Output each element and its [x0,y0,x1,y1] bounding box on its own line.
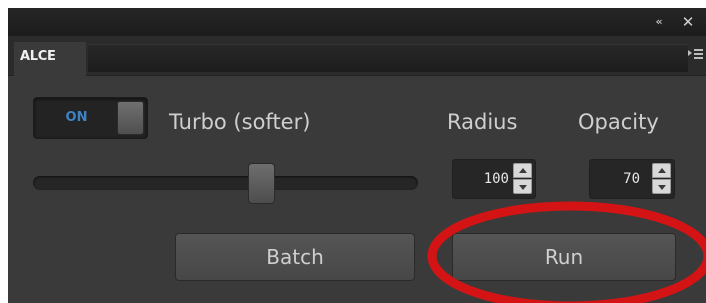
radius-decrement-button[interactable] [513,179,532,194]
collapse-icon[interactable]: « [649,14,669,30]
panel-title-bar: « ✕ [8,8,706,36]
toggle-knob[interactable] [117,101,144,135]
opacity-label: Opacity [578,110,659,134]
tab-row: ALCE [8,36,706,76]
panel-menu-icon[interactable] [688,46,704,62]
radius-value[interactable]: 100 [453,160,509,198]
run-button[interactable]: Run [452,233,676,281]
turbo-slider-track[interactable] [33,176,418,190]
opacity-stepper[interactable]: 70 [589,159,675,199]
opacity-value[interactable]: 70 [590,160,640,198]
on-off-toggle[interactable]: ON [33,97,148,139]
radius-increment-button[interactable] [513,163,532,178]
arrow-down-icon [658,185,666,190]
toggle-state-label: ON [65,110,88,125]
close-icon[interactable]: ✕ [678,13,698,31]
arrow-up-icon [519,168,527,173]
tab-strip [88,44,688,72]
opacity-decrement-button[interactable] [652,179,671,194]
turbo-slider-thumb[interactable] [247,163,275,204]
tab-alce[interactable]: ALCE [14,42,86,76]
arrow-down-icon [519,185,527,190]
radius-stepper[interactable]: 100 [452,159,536,199]
batch-button[interactable]: Batch [175,233,415,281]
arrow-up-icon [658,168,666,173]
opacity-increment-button[interactable] [652,163,671,178]
turbo-label: Turbo (softer) [169,110,311,134]
radius-label: Radius [447,110,518,134]
